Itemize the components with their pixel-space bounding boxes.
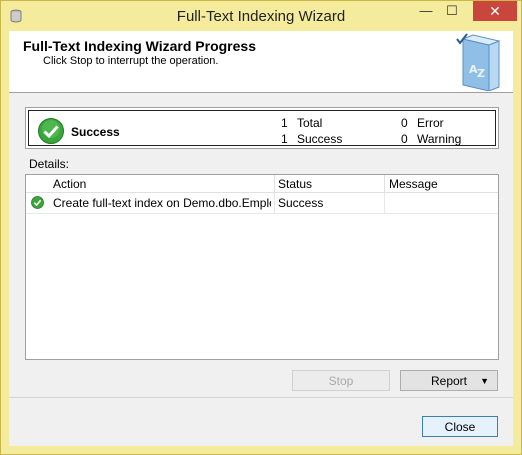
table-row[interactable]: Create full-text index on Demo.dbo.Emplo… [26,193,498,214]
report-button-label: Report [430,374,468,388]
stop-button[interactable]: Stop [292,370,390,391]
column-header-message[interactable]: Message [389,177,438,191]
grid-header: Action Status Message [26,175,498,193]
maximize-button[interactable]: ☐ [439,1,465,21]
details-grid[interactable]: Action Status Message Create full-text i… [25,174,499,360]
page-subtitle: Click Stop to interrupt the operation. [43,55,219,67]
column-header-status[interactable]: Status [278,177,312,191]
warning-label: Warning [417,132,462,146]
overall-status: Success [71,125,120,139]
wizard-window: Full-Text Indexing Wizard — ☐ ✕ Full-Tex… [0,0,522,455]
column-divider[interactable] [274,175,275,192]
details-label: Details: [29,157,70,171]
success-check-icon [31,196,44,209]
warning-count: 0 [401,132,408,146]
book-icon: A Z [449,33,509,92]
cell-divider [274,193,275,213]
minimize-button[interactable]: — [413,1,439,21]
title-bar[interactable]: Full-Text Indexing Wizard — ☐ ✕ [1,1,521,31]
summary-frame: Success 1 Total 1 Success 0 Error 0 Warn… [28,110,496,146]
row-action: Create full-text index on Demo.dbo.Emplo… [53,196,271,210]
row-status: Success [278,196,324,210]
summary-panel: Success 1 Total 1 Success 0 Error 0 Warn… [25,107,499,149]
footer-divider [9,397,513,398]
error-label: Error [417,116,444,130]
success-count: 1 [281,132,288,146]
column-header-action[interactable]: Action [53,177,86,191]
check-circle-icon [37,117,65,145]
close-window-button[interactable]: ✕ [473,1,517,21]
page-title: Full-Text Indexing Wizard Progress [23,38,256,54]
error-count: 0 [401,116,408,130]
report-button[interactable]: Report ▼ [400,370,498,391]
cell-divider [384,193,385,213]
wizard-content: Full-Text Indexing Wizard Progress Click… [9,31,513,446]
close-button[interactable]: Close [422,416,498,437]
total-count: 1 [281,116,288,130]
dropdown-arrow-icon: ▼ [480,376,489,386]
column-divider[interactable] [384,175,385,192]
wizard-header: Full-Text Indexing Wizard Progress Click… [9,31,513,93]
svg-text:Z: Z [477,67,485,80]
success-label: Success [297,132,343,146]
total-label: Total [297,116,323,130]
